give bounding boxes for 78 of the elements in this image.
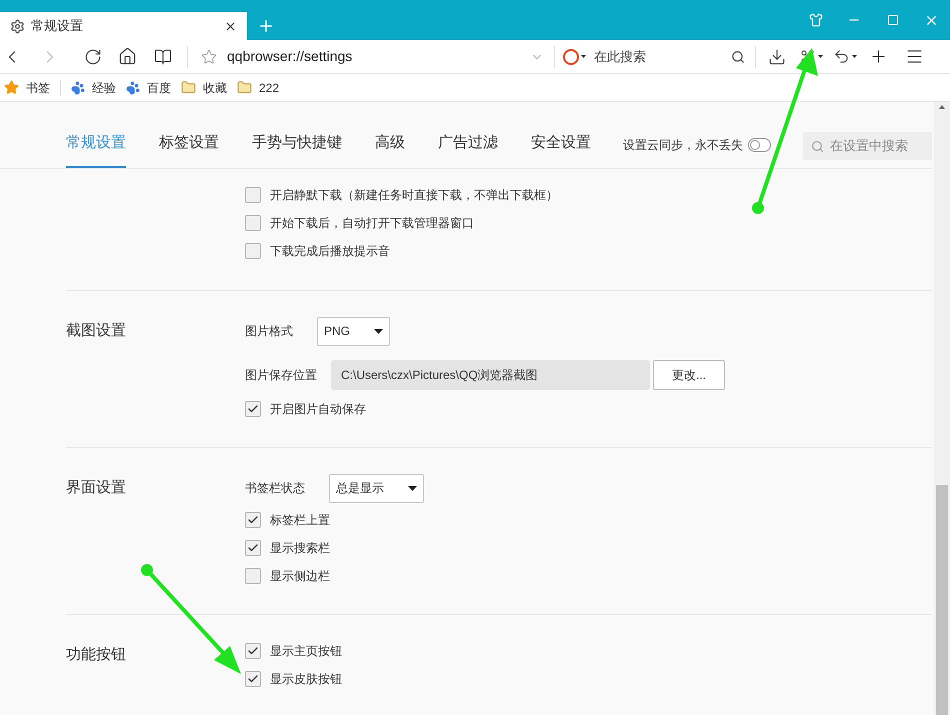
settings-tab[interactable]: 广告过滤 (438, 132, 498, 168)
change-button[interactable]: 更改... (653, 360, 725, 390)
folder-icon (237, 80, 252, 95)
gear-icon (10, 18, 25, 34)
book-icon[interactable] (154, 48, 172, 66)
home-icon[interactable] (118, 47, 137, 66)
checkbox[interactable] (245, 671, 261, 687)
checkbox[interactable] (245, 540, 261, 556)
sync-label: 设置云同步，永不丢失 (623, 137, 743, 154)
check-icon (247, 645, 259, 657)
check-icon (247, 403, 259, 415)
download-icon[interactable] (768, 48, 786, 66)
browser-tab[interactable]: 常规设置 (0, 12, 247, 40)
section-title: 截图设置 (66, 322, 126, 339)
section-title: 功能按钮 (66, 646, 126, 663)
checkbox[interactable] (245, 512, 261, 528)
search-engine-icon[interactable] (563, 48, 579, 64)
checkbox-label: 显示皮肤按钮 (270, 671, 342, 688)
bookmark-link[interactable]: 收藏 (203, 78, 227, 96)
checkbox-label: 下载完成后播放提示音 (270, 243, 390, 260)
caret-icon (818, 55, 823, 58)
bookmark-link[interactable]: 书签 (26, 78, 50, 96)
search-icon[interactable] (731, 50, 745, 64)
search-input[interactable]: 在此搜索 (594, 46, 724, 66)
checkbox-label: 显示搜索栏 (270, 540, 330, 557)
checkbox-label: 标签栏上置 (270, 512, 330, 529)
checkbox-label: 开启静默下载（新建任务时直接下载，不弹出下载框） (270, 187, 558, 204)
checkbox-label: 开启图片自动保存 (270, 401, 366, 418)
folder-icon (181, 80, 196, 95)
address-bar[interactable]: qqbrowser://settings (188, 40, 554, 73)
section-title: 界面设置 (66, 479, 126, 496)
search-box[interactable]: 在此搜索 (555, 40, 755, 73)
star-icon[interactable] (201, 48, 217, 64)
dropdown[interactable]: 总是显示 (329, 474, 424, 502)
undo-icon[interactable] (833, 48, 850, 65)
checkbox[interactable] (245, 215, 261, 231)
sync-toggle[interactable] (748, 138, 771, 152)
settings-tab[interactable]: 标签设置 (159, 132, 219, 168)
settings-tab[interactable]: 安全设置 (531, 132, 591, 168)
dropdown-arrow-icon (408, 486, 417, 490)
field-label: 书签栏状态 (245, 480, 305, 497)
check-icon (247, 542, 259, 554)
checkbox-label: 显示主页按钮 (270, 643, 342, 660)
settings-tab[interactable]: 高级 (375, 132, 405, 168)
paw-icon (126, 80, 140, 94)
settings-search-input[interactable]: 在设置中搜索 (830, 136, 930, 156)
bookmark-link[interactable]: 222 (259, 78, 280, 96)
skin-icon[interactable] (809, 13, 823, 27)
field-label: 图片保存位置 (245, 367, 317, 384)
checkbox-label: 开始下载后，自动打开下载管理器窗口 (270, 215, 474, 232)
checkbox[interactable] (245, 643, 261, 659)
checkbox[interactable] (245, 187, 261, 203)
settings-tab[interactable]: 手势与快捷键 (252, 132, 342, 168)
check-icon (247, 673, 259, 685)
dropdown-arrow-icon (374, 328, 384, 334)
search-icon (811, 140, 824, 152)
field-label: 图片格式 (245, 323, 293, 340)
path-field[interactable]: C:\Users\czx\Pictures\QQ浏览器截图 (331, 360, 650, 390)
scrollbar-thumb[interactable] (936, 485, 948, 715)
check-icon (247, 514, 259, 526)
bookmark-link[interactable]: 百度 (147, 78, 171, 96)
dropdown[interactable]: PNG (317, 316, 390, 346)
caret-icon (581, 55, 586, 58)
checkbox[interactable] (245, 401, 261, 417)
checkbox[interactable] (245, 568, 261, 584)
star-icon (4, 80, 19, 95)
scrollbar[interactable] (934, 102, 950, 715)
settings-search-field[interactable]: 在设置中搜索 (803, 132, 932, 160)
close-icon[interactable] (224, 20, 237, 32)
checkbox-label: 显示侧边栏 (270, 568, 330, 585)
reload-icon[interactable] (84, 48, 102, 66)
paw-icon (71, 80, 85, 94)
bookmark-link[interactable]: 经验 (92, 78, 116, 96)
caret-icon (852, 55, 857, 58)
checkbox[interactable] (245, 243, 261, 259)
tab-title: 常规设置 (31, 17, 84, 36)
new-tab-icon[interactable] (257, 17, 275, 35)
maximize-icon[interactable] (887, 14, 899, 26)
